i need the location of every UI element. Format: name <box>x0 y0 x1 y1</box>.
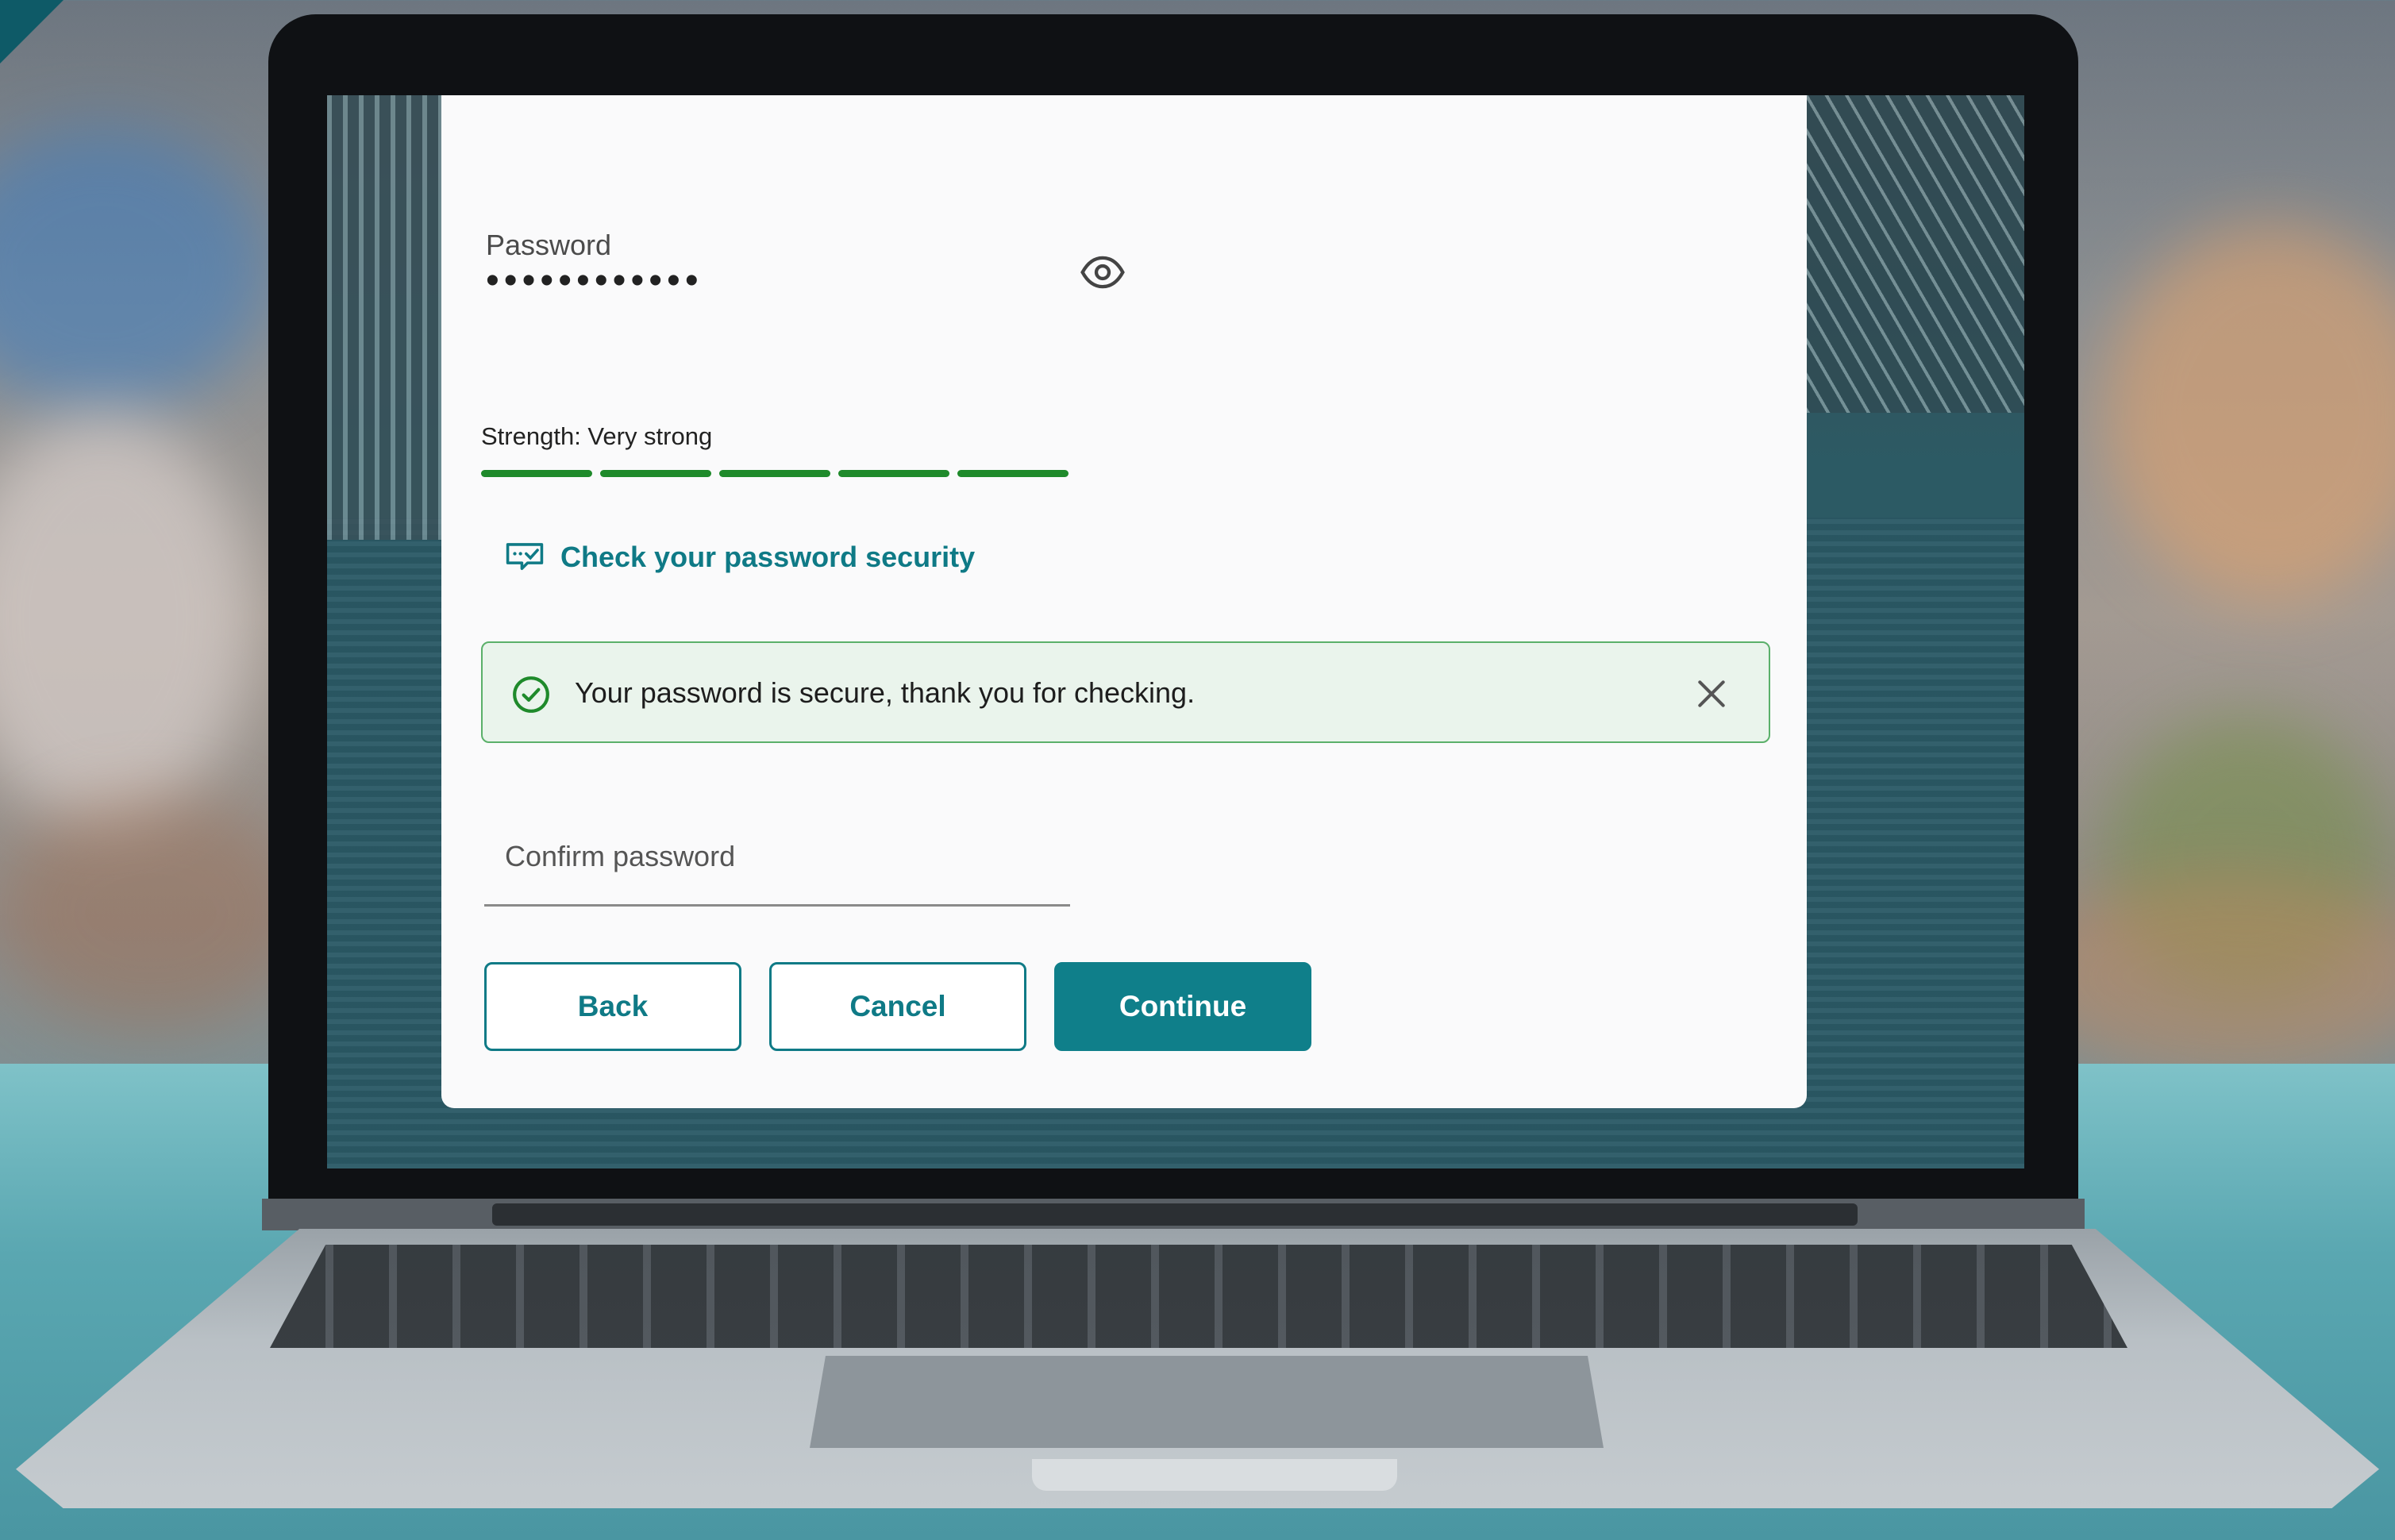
password-input[interactable]: •••••••••••• <box>486 262 703 300</box>
shield-check-icon <box>506 543 544 571</box>
strength-meter <box>481 470 1069 477</box>
strength-segment <box>719 470 830 477</box>
alert-message: Your password is secure, thank you for c… <box>575 676 1196 709</box>
continue-button[interactable]: Continue <box>1054 962 1311 1051</box>
password-dialog: Password •••••••••••• Strength: Very str… <box>441 95 1807 1108</box>
laptop-hinge <box>492 1203 1858 1226</box>
strength-text: Strength: Very strong <box>481 422 713 450</box>
screen-wallpaper-harbor-left <box>327 95 454 540</box>
password-label: Password <box>486 229 612 261</box>
background-blur <box>0 127 270 413</box>
strength-segment <box>600 470 711 477</box>
check-password-security-label: Check your password security <box>560 541 976 573</box>
background-blur <box>2104 222 2395 603</box>
back-button[interactable]: Back <box>484 962 741 1051</box>
laptop-trackpad <box>810 1356 1604 1448</box>
eye-icon[interactable] <box>1080 249 1126 295</box>
laptop-keyboard <box>270 1245 2127 1348</box>
confirm-password-placeholder: Confirm password <box>505 840 736 872</box>
laptop-notch <box>1032 1459 1397 1491</box>
corner-decoration <box>0 0 64 64</box>
check-password-security-link[interactable]: Check your password security <box>505 540 975 575</box>
background-blur <box>0 794 302 1032</box>
strength-segment <box>481 470 592 477</box>
check-circle-icon <box>513 676 549 713</box>
background-blur <box>2024 873 2395 1080</box>
close-icon[interactable] <box>1694 676 1729 711</box>
screen-wallpaper-harbor-right <box>1786 95 2024 413</box>
background-blur <box>0 413 254 826</box>
cancel-button[interactable]: Cancel <box>769 962 1026 1051</box>
strength-segment <box>957 470 1069 477</box>
success-alert: Your password is secure, thank you for c… <box>481 641 1770 743</box>
strength-segment <box>838 470 949 477</box>
